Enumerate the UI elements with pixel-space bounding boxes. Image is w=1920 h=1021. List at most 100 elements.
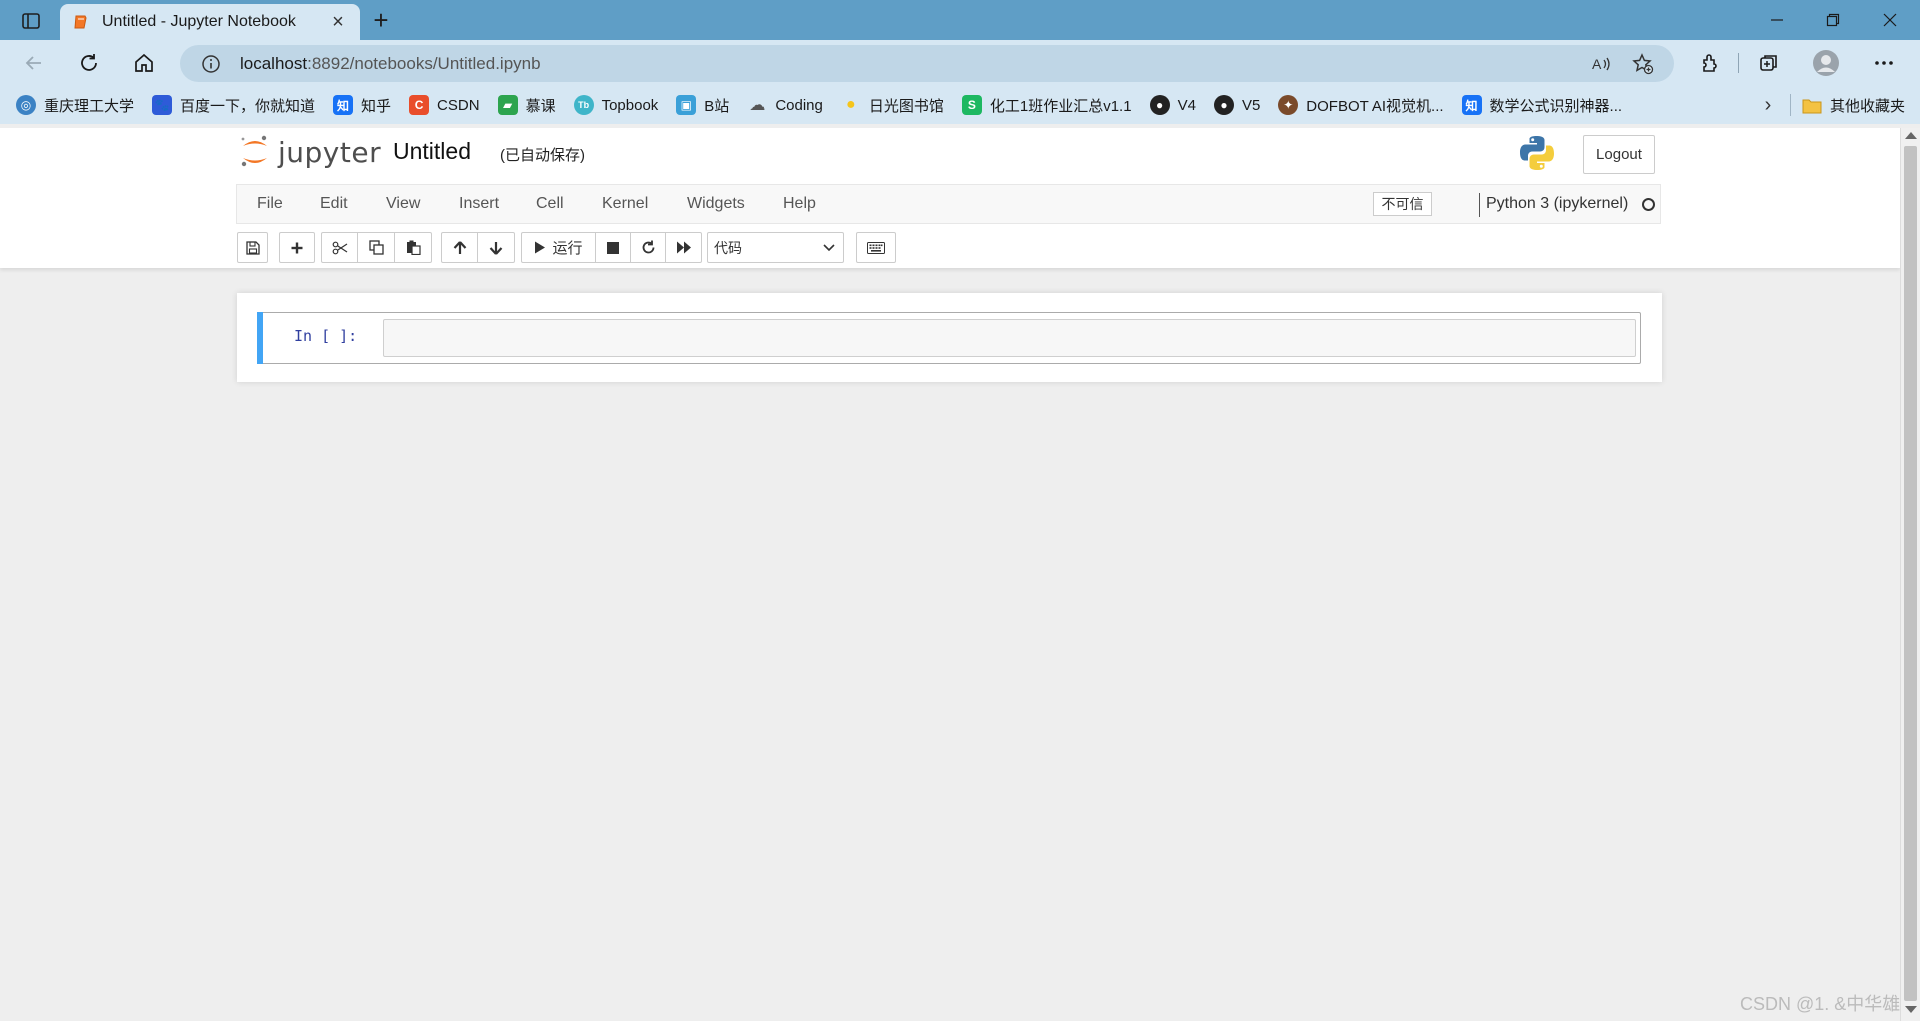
scroll-down-arrow-icon[interactable] bbox=[1905, 1006, 1917, 1013]
zhihu-icon: 知 bbox=[1461, 95, 1482, 115]
bookmark-label: V4 bbox=[1177, 96, 1196, 114]
bookmark-item[interactable]: S 化工1班作业汇总v1.1 bbox=[961, 90, 1132, 120]
menu-cell[interactable]: Cell bbox=[536, 185, 564, 223]
menu-view[interactable]: View bbox=[386, 185, 420, 223]
notebook-name[interactable]: Untitled bbox=[393, 138, 471, 165]
kernel-separator bbox=[1479, 193, 1480, 217]
url-text: localhost:8892/notebooks/Untitled.ipynb bbox=[240, 54, 541, 74]
notebook-favicon-icon bbox=[72, 13, 90, 31]
save-button[interactable] bbox=[237, 232, 268, 263]
logout-button[interactable]: Logout bbox=[1583, 135, 1655, 174]
interrupt-button[interactable] bbox=[595, 232, 631, 263]
bookmark-item[interactable]: ● V5 bbox=[1213, 90, 1261, 120]
scroll-up-arrow-icon[interactable] bbox=[1905, 132, 1917, 139]
jupyter-logo[interactable]: jupyter bbox=[240, 134, 381, 170]
extensions-icon[interactable] bbox=[1692, 46, 1728, 80]
minimize-icon[interactable] bbox=[1749, 0, 1805, 40]
folder-icon bbox=[1802, 97, 1822, 114]
dofbot-icon: ✦ bbox=[1278, 95, 1299, 115]
bookmark-item[interactable]: ▣ B站 bbox=[676, 90, 729, 120]
bookmark-label: 知乎 bbox=[361, 97, 392, 115]
csdn-icon: C bbox=[409, 95, 430, 115]
arrow-down-icon bbox=[489, 241, 503, 255]
cut-button[interactable] bbox=[321, 232, 358, 263]
bookmark-item[interactable]: ● 日光图书馆 bbox=[841, 90, 944, 120]
close-window-icon[interactable] bbox=[1862, 0, 1918, 40]
bookmark-item[interactable]: Tb Topbook bbox=[573, 90, 658, 120]
play-icon bbox=[535, 241, 546, 254]
new-tab-button[interactable]: + bbox=[366, 5, 396, 35]
menu-insert[interactable]: Insert bbox=[459, 185, 499, 223]
back-arrow-icon[interactable] bbox=[16, 46, 52, 80]
other-bookmarks-folder[interactable]: 其他收藏夹 bbox=[1802, 90, 1905, 120]
autosave-status: (已自动保存) bbox=[500, 147, 585, 164]
browser-tab-active[interactable]: Untitled - Jupyter Notebook × bbox=[60, 4, 360, 40]
trust-notebook-button[interactable]: 不可信 bbox=[1373, 192, 1432, 216]
more-options-icon[interactable] bbox=[1866, 46, 1902, 80]
add-favorite-icon[interactable] bbox=[1627, 45, 1659, 82]
url-path: :8892/notebooks/Untitled.ipynb bbox=[307, 53, 541, 73]
move-down-button[interactable] bbox=[477, 232, 515, 263]
bookmark-item[interactable]: ◎ 重庆理工大学 bbox=[16, 90, 134, 120]
bookmark-item[interactable]: ☁ Coding bbox=[747, 90, 823, 120]
scissors-icon bbox=[332, 241, 347, 254]
read-aloud-icon[interactable]: A bbox=[1586, 45, 1618, 82]
python-logo-icon bbox=[1520, 136, 1554, 170]
menu-widgets[interactable]: Widgets bbox=[687, 185, 745, 223]
run-button[interactable]: 运行 bbox=[521, 232, 596, 263]
bookmark-label: 日光图书馆 bbox=[868, 97, 944, 115]
restart-icon bbox=[642, 240, 654, 254]
menu-help[interactable]: Help bbox=[783, 185, 816, 223]
tab-close-icon[interactable]: × bbox=[328, 11, 348, 33]
reload-icon[interactable] bbox=[71, 46, 107, 80]
restore-icon[interactable] bbox=[1805, 0, 1861, 40]
command-palette-button[interactable] bbox=[856, 232, 896, 263]
restart-kernel-button[interactable] bbox=[630, 232, 666, 263]
cell-type-select[interactable]: 代码 bbox=[707, 232, 844, 263]
sheet-icon: S bbox=[961, 95, 982, 115]
bookmark-item[interactable]: 知数学公式识别神器... bbox=[1461, 90, 1623, 120]
mooc-icon: ▰ bbox=[497, 95, 518, 115]
chevron-right-icon[interactable]: › bbox=[1756, 90, 1780, 120]
sun-icon: ● bbox=[846, 96, 856, 113]
bookmark-item[interactable]: ✦ DOFBOT AI视觉机... bbox=[1278, 90, 1444, 120]
menu-edit[interactable]: Edit bbox=[320, 185, 348, 223]
fast-forward-icon bbox=[676, 241, 691, 254]
menu-file[interactable]: File bbox=[257, 185, 283, 223]
insert-cell-button[interactable] bbox=[279, 232, 315, 263]
kernel-name[interactable]: Python 3 (ipykernel) bbox=[1486, 185, 1628, 223]
bookmark-item[interactable]: ▰ 慕课 bbox=[497, 90, 556, 120]
coding-icon: ☁ bbox=[749, 97, 766, 114]
restart-run-all-button[interactable] bbox=[665, 232, 702, 263]
bookmark-label: 数学公式识别神器... bbox=[1489, 97, 1623, 115]
menu-kernel[interactable]: Kernel bbox=[602, 185, 648, 223]
site-info-icon[interactable] bbox=[200, 53, 222, 75]
run-label: 运行 bbox=[552, 240, 583, 257]
bookmark-label: B站 bbox=[704, 97, 730, 115]
copy-button[interactable] bbox=[357, 232, 395, 263]
collections-icon[interactable] bbox=[1751, 46, 1787, 80]
cell-selection-bar bbox=[257, 312, 263, 364]
tab-actions-icon[interactable] bbox=[14, 8, 48, 34]
jupyter-logo-text: jupyter bbox=[278, 135, 382, 169]
home-icon[interactable] bbox=[126, 46, 162, 80]
scrollbar-thumb[interactable] bbox=[1904, 146, 1917, 1001]
code-input-area[interactable] bbox=[383, 319, 1636, 357]
page-scrollbar[interactable] bbox=[1900, 128, 1920, 1021]
move-up-button[interactable] bbox=[441, 232, 478, 263]
bookmarks-bar: ◎ 重庆理工大学 🐾 百度一下，你就知道 知知乎 C CSDN ▰ 慕课 Tb Topbo… bbox=[0, 86, 1920, 124]
address-bar[interactable]: localhost:8892/notebooks/Untitled.ipynb … bbox=[180, 45, 1674, 82]
profile-avatar-icon[interactable] bbox=[1808, 46, 1844, 80]
bookmark-item[interactable]: C CSDN bbox=[409, 90, 480, 120]
bookmark-item[interactable]: ● V4 bbox=[1149, 90, 1196, 120]
bookmark-label: V5 bbox=[1241, 96, 1261, 114]
other-bookmarks-label: 其他收藏夹 bbox=[1830, 97, 1906, 115]
url-host: localhost bbox=[240, 53, 308, 73]
code-cell[interactable]: In [ ]: bbox=[257, 312, 1641, 364]
zhihu-icon: 知 bbox=[333, 95, 354, 115]
bookmark-label: DOFBOT AI视觉机... bbox=[1306, 97, 1444, 115]
jupyter-logo-icon bbox=[241, 135, 267, 167]
bookmark-item[interactable]: 🐾 百度一下，你就知道 bbox=[152, 90, 315, 120]
paste-button[interactable] bbox=[394, 232, 432, 263]
bookmark-item[interactable]: 知知乎 bbox=[333, 90, 391, 120]
